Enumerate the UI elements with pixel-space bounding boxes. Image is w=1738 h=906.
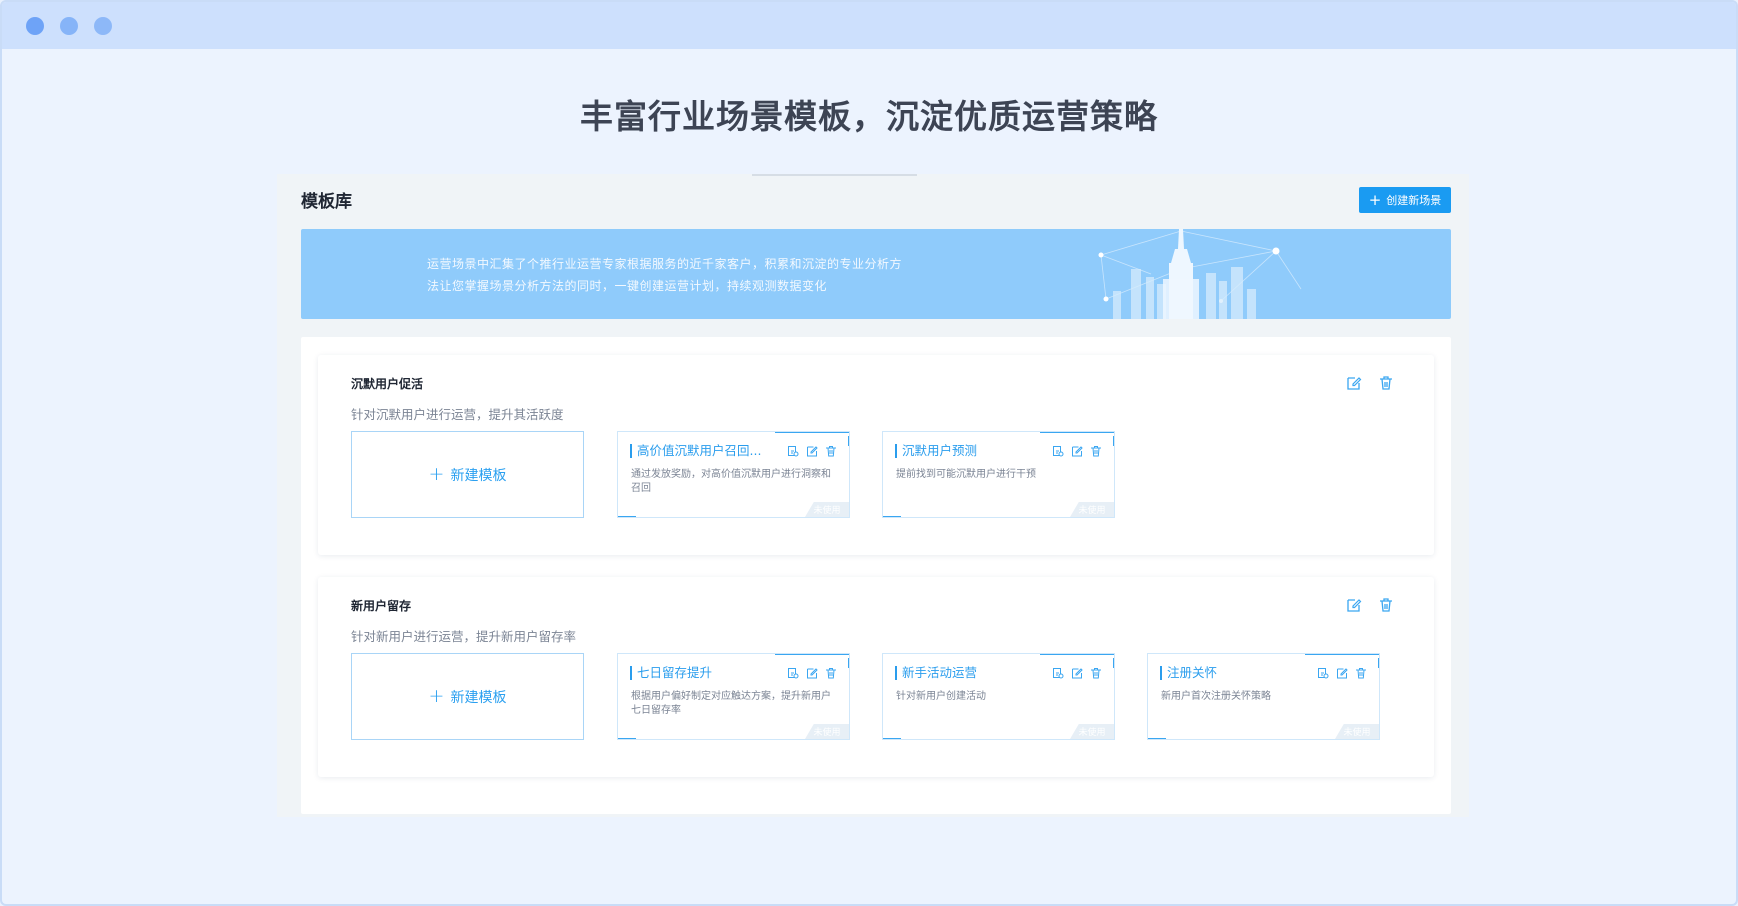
card-accent bbox=[1040, 654, 1114, 655]
edit-icon[interactable] bbox=[1071, 445, 1083, 457]
card-accent bbox=[848, 658, 849, 668]
plus-icon: + bbox=[428, 685, 445, 707]
page-headline: 丰富行业场景模板，沉淀优质运营策略 bbox=[580, 97, 1158, 136]
trash-icon[interactable] bbox=[1090, 445, 1102, 457]
window-maximize-button[interactable] bbox=[94, 16, 112, 35]
create-scene-button[interactable]: + 创建新场景 bbox=[1359, 187, 1451, 213]
card-accent bbox=[1040, 432, 1114, 433]
library-title: 模板库 bbox=[301, 192, 352, 212]
card-accent bbox=[618, 738, 636, 739]
template-card[interactable]: 沉默用户预测 提前找到可能沉默用户进行干预 未使用 bbox=[882, 431, 1115, 518]
template-card[interactable]: 高价值沉默用户召回... 通过发放奖励，对高价值沉默用户进行洞察和召回 未使用 bbox=[617, 431, 850, 518]
card-accent bbox=[1305, 654, 1379, 655]
template-description: 提前找到可能沉默用户进行干预 bbox=[896, 469, 1036, 480]
status-badge: 未使用 bbox=[1070, 724, 1114, 739]
card-accent bbox=[883, 516, 901, 517]
card-accent bbox=[775, 432, 849, 433]
plus-icon: + bbox=[1368, 190, 1382, 209]
template-library-panel: 模板库 + 创建新场景 运营场景中汇集了个推行业运营专家根据服务的近千家客户，积… bbox=[277, 174, 1469, 817]
scene-card: 新用户留存 针对新用户进行运营，提升新用户留存率 + 新建模板 七日留存提升 根… bbox=[318, 577, 1434, 777]
card-accent bbox=[1148, 738, 1166, 739]
trash-icon[interactable] bbox=[825, 445, 837, 457]
template-actions bbox=[1052, 667, 1102, 679]
window-minimize-button[interactable] bbox=[60, 16, 78, 35]
card-accent bbox=[618, 516, 636, 517]
scene-actions bbox=[1346, 375, 1394, 391]
copy-icon[interactable] bbox=[1052, 445, 1064, 457]
trash-icon[interactable] bbox=[1090, 667, 1102, 679]
card-accent bbox=[883, 738, 901, 739]
new-template-label: 新建模板 bbox=[450, 689, 507, 706]
panel-divider bbox=[752, 174, 917, 176]
template-actions bbox=[787, 667, 837, 679]
status-badge: 未使用 bbox=[805, 502, 849, 517]
scenes-container: 沉默用户促活 针对沉默用户进行运营，提升其活跃度 + 新建模板 高价值沉默用户召… bbox=[301, 337, 1451, 814]
create-scene-label: 创建新场景 bbox=[1386, 194, 1442, 207]
template-description: 通过发放奖励，对高价值沉默用户进行洞察和召回 bbox=[631, 469, 831, 494]
template-title: 注册关怀 bbox=[1160, 666, 1217, 680]
status-badge: 未使用 bbox=[1070, 502, 1114, 517]
card-accent bbox=[1113, 658, 1114, 668]
intro-banner: 运营场景中汇集了个推行业运营专家根据服务的近千家客户，积累和沉淀的专业分析方 法… bbox=[301, 229, 1451, 319]
status-badge: 未使用 bbox=[805, 724, 849, 739]
card-accent bbox=[848, 436, 849, 446]
new-template-label: 新建模板 bbox=[450, 467, 507, 484]
copy-icon[interactable] bbox=[787, 667, 799, 679]
copy-icon[interactable] bbox=[1052, 667, 1064, 679]
template-description: 根据用户偏好制定对应触达方案，提升新用户七日留存率 bbox=[631, 691, 831, 716]
template-title: 七日留存提升 bbox=[630, 666, 712, 680]
trash-icon[interactable] bbox=[825, 667, 837, 679]
new-template-button[interactable]: + 新建模板 bbox=[351, 431, 584, 518]
edit-icon[interactable] bbox=[806, 445, 818, 457]
city-skyline-illustration bbox=[1098, 229, 1302, 319]
scene-card: 沉默用户促活 针对沉默用户进行运营，提升其活跃度 + 新建模板 高价值沉默用户召… bbox=[318, 355, 1434, 555]
banner-text: 运营场景中汇集了个推行业运营专家根据服务的近千家客户，积累和沉淀的专业分析方 法… bbox=[427, 253, 902, 297]
window-titlebar bbox=[2, 2, 1736, 49]
scene-title: 沉默用户促活 bbox=[351, 377, 424, 391]
window-close-button[interactable] bbox=[26, 16, 44, 35]
template-card[interactable]: 七日留存提升 根据用户偏好制定对应触达方案，提升新用户七日留存率 未使用 bbox=[617, 653, 850, 740]
template-card[interactable]: 新手活动运营 针对新用户创建活动 未使用 bbox=[882, 653, 1115, 740]
template-actions bbox=[787, 445, 837, 457]
scene-title: 新用户留存 bbox=[351, 599, 412, 613]
template-title: 沉默用户预测 bbox=[895, 444, 977, 458]
browser-window: 丰富行业场景模板，沉淀优质运营策略 模板库 + 创建新场景 运营场景中汇集了个推… bbox=[0, 0, 1738, 906]
new-template-button[interactable]: + 新建模板 bbox=[351, 653, 584, 740]
banner-line-2: 法让您掌握场景分析方法的同时，一键创建运营计划，持续观测数据变化 bbox=[427, 279, 828, 293]
trash-icon[interactable] bbox=[1378, 597, 1394, 613]
edit-icon[interactable] bbox=[1336, 667, 1348, 679]
card-accent bbox=[775, 654, 849, 655]
plus-icon: + bbox=[428, 463, 445, 485]
template-description: 针对新用户创建活动 bbox=[896, 691, 986, 702]
banner-line-1: 运营场景中汇集了个推行业运营专家根据服务的近千家客户，积累和沉淀的专业分析方 bbox=[427, 257, 903, 271]
template-description: 新用户首次注册关怀策略 bbox=[1161, 691, 1271, 702]
copy-icon[interactable] bbox=[787, 445, 799, 457]
trash-icon[interactable] bbox=[1355, 667, 1367, 679]
edit-icon[interactable] bbox=[1071, 667, 1083, 679]
template-card[interactable]: 注册关怀 新用户首次注册关怀策略 未使用 bbox=[1147, 653, 1380, 740]
edit-icon[interactable] bbox=[1346, 375, 1362, 391]
copy-icon[interactable] bbox=[1317, 667, 1329, 679]
edit-icon[interactable] bbox=[1346, 597, 1362, 613]
template-actions bbox=[1052, 445, 1102, 457]
card-accent bbox=[1113, 436, 1114, 446]
card-accent bbox=[1378, 658, 1379, 668]
scene-actions bbox=[1346, 597, 1394, 613]
template-title: 新手活动运营 bbox=[895, 666, 977, 680]
edit-icon[interactable] bbox=[806, 667, 818, 679]
template-actions bbox=[1317, 667, 1367, 679]
status-badge: 未使用 bbox=[1335, 724, 1379, 739]
template-title: 高价值沉默用户召回... bbox=[630, 444, 761, 458]
trash-icon[interactable] bbox=[1378, 375, 1394, 391]
scene-description: 针对沉默用户进行运营，提升其活跃度 bbox=[351, 407, 564, 422]
scene-description: 针对新用户进行运营，提升新用户留存率 bbox=[351, 629, 577, 644]
